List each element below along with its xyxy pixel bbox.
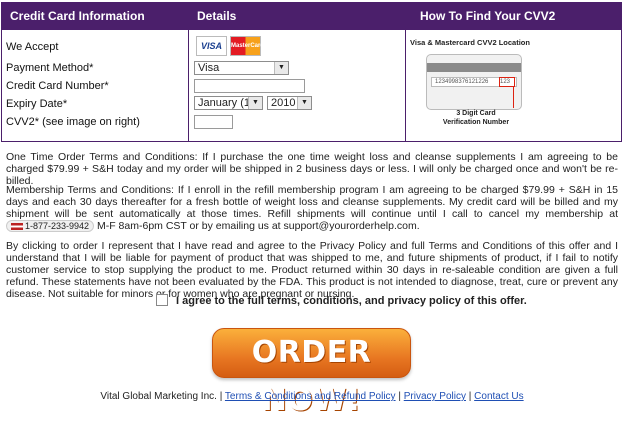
magnetic-stripe <box>427 63 521 72</box>
us-flag-icon <box>11 223 23 231</box>
phone-number-text: 1-877-233-9942 <box>25 221 90 231</box>
footer-separator: | <box>468 391 472 402</box>
agree-label: I agree to the full terms, conditions, a… <box>176 295 527 307</box>
mastercard-logo: MasterCard <box>230 36 264 56</box>
column-divider <box>405 3 406 141</box>
payment-method-value: Visa <box>198 62 220 74</box>
footer-separator: | <box>398 391 401 402</box>
sample-card-number: 1234998376121226 <box>435 79 489 85</box>
footer-separator: | <box>219 391 223 402</box>
cvv-location-caption: Visa & Mastercard CVV2 Location <box>410 38 530 47</box>
chevron-down-icon: ▼ <box>248 97 262 109</box>
card-number-label: Credit Card Number* <box>6 80 109 92</box>
company-name: Vital Global Marketing Inc. <box>100 391 217 402</box>
header-cvv-help: How To Find Your CVV2 <box>406 3 622 30</box>
agree-row: I agree to the full terms, conditions, a… <box>156 294 527 307</box>
membership-terms-text: Membership Terms and Conditions: If I en… <box>6 184 618 220</box>
cvv-note-line2: Verification Number <box>442 119 510 126</box>
cvv-note: 3 Digit Card Verification Number <box>436 109 516 127</box>
expiry-month-select[interactable]: January (1) ▼ <box>194 96 263 110</box>
expiry-year-value: 2010 <box>271 97 296 109</box>
terms-link[interactable]: Terms & Conditions and Refund Policy <box>225 391 396 402</box>
phone-number[interactable]: 1-877-233-9942 <box>6 220 95 232</box>
membership-terms: Membership Terms and Conditions: If I en… <box>6 184 618 232</box>
card-back-illustration: 1234998376121226 123 <box>426 54 522 110</box>
contact-link[interactable]: Contact Us <box>474 391 523 402</box>
cvv-note-line1: 3 Digit Card <box>456 110 496 117</box>
payment-method-select[interactable]: Visa ▼ <box>194 61 289 75</box>
expiry-month-value: January (1) <box>198 97 254 109</box>
payment-method-label: Payment Method* <box>6 62 94 74</box>
agree-checkbox[interactable] <box>156 294 168 306</box>
header-details: Details <box>189 3 405 30</box>
expiry-year-select[interactable]: 2010 ▼ <box>267 96 312 110</box>
membership-terms-text-2: M-F 8am-6pm CST or by emailing us at sup… <box>96 220 420 232</box>
order-now-button[interactable]: ORDER NOW! <box>212 328 411 418</box>
visa-logo: VISA <box>196 36 227 56</box>
chevron-down-icon: ▼ <box>274 62 288 74</box>
order-statement: By clicking to order I represent that I … <box>6 240 618 300</box>
cvv-label: CVV2* (see image on right) <box>6 116 140 128</box>
privacy-link[interactable]: Privacy Policy <box>404 391 466 402</box>
expiry-date-label: Expiry Date* <box>6 98 68 110</box>
accepted-cards: VISA MasterCard <box>196 36 264 56</box>
cvv-pointer <box>513 86 514 108</box>
column-divider <box>188 3 189 141</box>
card-number-input[interactable] <box>194 79 305 93</box>
we-accept-label: We Accept <box>6 41 59 53</box>
one-time-terms: One Time Order Terms and Conditions: If … <box>6 151 618 187</box>
cvv-input[interactable] <box>194 115 233 129</box>
chevron-down-icon: ▼ <box>297 97 311 109</box>
footer: Vital Global Marketing Inc. | Terms & Co… <box>0 391 624 402</box>
signature-strip: 1234998376121226 123 <box>431 77 517 87</box>
header-credit-card-info: Credit Card Information <box>2 3 188 30</box>
